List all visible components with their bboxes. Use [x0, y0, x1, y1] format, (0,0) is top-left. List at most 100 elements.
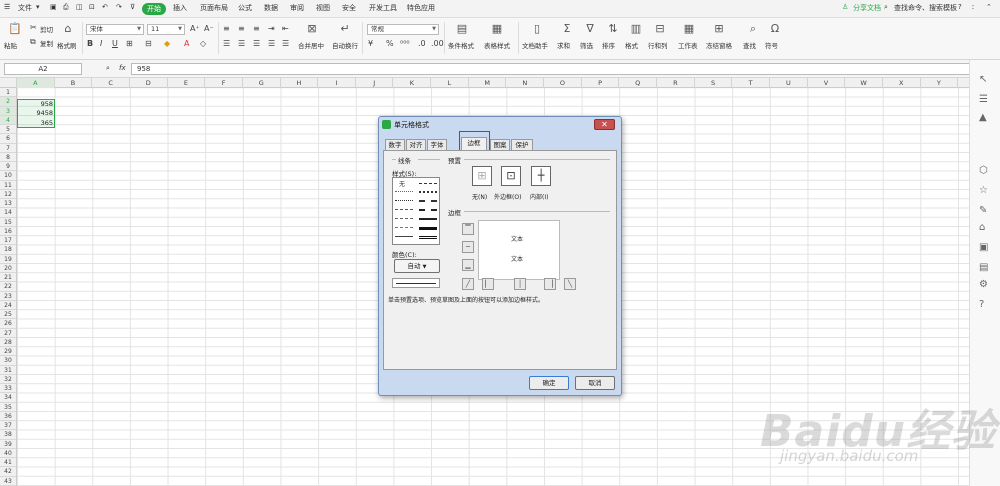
- style-dash-dot[interactable]: [395, 209, 413, 210]
- fx-icon[interactable]: fx: [119, 64, 126, 72]
- settings-icon[interactable]: ⚙: [979, 279, 988, 290]
- bold-icon[interactable]: B: [87, 39, 93, 48]
- conditional-format-icon[interactable]: ▤: [455, 22, 469, 36]
- help-circle-icon[interactable]: ?: [979, 299, 984, 310]
- cursor-icon[interactable]: ↖: [979, 74, 987, 85]
- number-format-select[interactable]: 常规 ▼: [367, 24, 439, 35]
- row-header[interactable]: 22: [0, 282, 16, 292]
- thousands-icon[interactable]: ⁰⁰⁰: [400, 39, 410, 48]
- percent-icon[interactable]: %: [386, 39, 394, 48]
- style-medium-dashed[interactable]: [419, 200, 437, 202]
- column-header[interactable]: Z: [958, 78, 969, 88]
- row-header[interactable]: 40: [0, 449, 16, 458]
- row-header[interactable]: 5: [0, 125, 16, 135]
- cancel-button[interactable]: 取消: [575, 376, 615, 390]
- shape-icon[interactable]: ⬡: [979, 165, 988, 176]
- tab-view[interactable]: 视图: [316, 3, 330, 13]
- cell-a2[interactable]: 958: [19, 100, 53, 109]
- increase-decimal-icon[interactable]: .0: [418, 39, 426, 48]
- tab-developer[interactable]: 开发工具: [369, 3, 397, 13]
- star-icon[interactable]: ☆: [979, 185, 988, 196]
- minimize-icon[interactable]: ː: [972, 3, 974, 11]
- paste-button[interactable]: 粘贴: [4, 40, 17, 50]
- find-icon[interactable]: ⌕: [746, 22, 760, 36]
- tab-insert[interactable]: 插入: [173, 3, 187, 13]
- zoom-icon[interactable]: ⌕: [106, 64, 110, 73]
- dropdown-icon[interactable]: ▾: [36, 3, 40, 11]
- symbol-icon[interactable]: Ω: [768, 22, 782, 36]
- rows-columns-icon[interactable]: ⊟: [653, 22, 667, 36]
- distributed-icon[interactable]: ☰: [282, 39, 289, 48]
- cut-icon[interactable]: ✂: [30, 23, 37, 32]
- format-painter-icon[interactable]: ⌂: [61, 22, 75, 36]
- column-header[interactable]: E: [168, 78, 206, 88]
- tab-special[interactable]: 特色应用: [407, 3, 435, 13]
- redo-icon[interactable]: ↷: [116, 3, 122, 11]
- row-header[interactable]: 43: [0, 477, 16, 486]
- cell-a4[interactable]: 365: [19, 119, 53, 128]
- undo-icon[interactable]: ↶: [102, 3, 108, 11]
- name-box[interactable]: A2: [4, 63, 82, 75]
- format-icon[interactable]: ▥: [629, 22, 643, 36]
- list-icon[interactable]: ☰: [979, 94, 988, 105]
- column-header[interactable]: U: [770, 78, 808, 88]
- collapse-icon[interactable]: ⌃: [986, 3, 992, 11]
- tab-formula[interactable]: 公式: [238, 3, 252, 13]
- find-button[interactable]: 查找: [743, 40, 756, 50]
- style-dash-dot-dot[interactable]: [395, 218, 413, 219]
- sort-button[interactable]: 排序: [602, 40, 615, 50]
- column-header[interactable]: J: [356, 78, 394, 88]
- column-header[interactable]: W: [845, 78, 883, 88]
- search-icon[interactable]: ⌕: [884, 3, 888, 12]
- row-header[interactable]: 15: [0, 218, 16, 227]
- tab-home[interactable]: 开始: [142, 3, 166, 15]
- style-dashed[interactable]: [395, 227, 413, 228]
- row-header[interactable]: 7: [0, 144, 16, 153]
- row-header[interactable]: 31: [0, 366, 16, 375]
- pen-icon[interactable]: ✎: [979, 205, 987, 216]
- wrap-text-icon[interactable]: ↵: [338, 22, 352, 36]
- style-slanted[interactable]: [419, 209, 437, 211]
- italic-icon[interactable]: I: [100, 39, 102, 48]
- filter-button[interactable]: 筛选: [580, 40, 593, 50]
- merge-center-button[interactable]: 合并居中: [298, 40, 324, 50]
- preset-inside-label[interactable]: 内部(I): [530, 192, 548, 201]
- column-header[interactable]: H: [281, 78, 319, 88]
- ok-button[interactable]: 确定: [529, 376, 569, 390]
- tab-number[interactable]: 数字: [385, 139, 405, 150]
- clear-icon[interactable]: ◇: [200, 39, 206, 48]
- row-header[interactable]: 23: [0, 292, 16, 301]
- filter-icon[interactable]: ∇: [583, 22, 597, 36]
- font-color-icon[interactable]: A: [184, 39, 189, 48]
- table-style-icon[interactable]: ▦: [490, 22, 504, 36]
- justify-icon[interactable]: ☰: [268, 39, 275, 48]
- tab-security[interactable]: 安全: [342, 3, 356, 13]
- row-header[interactable]: 28: [0, 338, 16, 347]
- column-header[interactable]: P: [582, 78, 620, 88]
- row-header[interactable]: 16: [0, 227, 16, 236]
- share-icon[interactable]: ♙: [842, 3, 848, 11]
- conditional-format-button[interactable]: 条件格式: [448, 40, 474, 50]
- row-header[interactable]: 30: [0, 356, 16, 366]
- copy-icon[interactable]: ⧉: [30, 37, 36, 47]
- row-header[interactable]: 36: [0, 412, 16, 421]
- column-header[interactable]: F: [205, 78, 243, 88]
- row-header[interactable]: 10: [0, 171, 16, 181]
- row-header[interactable]: 17: [0, 236, 16, 246]
- row-header[interactable]: 29: [0, 347, 16, 357]
- style-none[interactable]: 无: [399, 179, 405, 188]
- column-header[interactable]: R: [657, 78, 695, 88]
- table-style-button[interactable]: 表格样式: [484, 40, 510, 50]
- row-header[interactable]: 14: [0, 208, 16, 218]
- align-middle-icon[interactable]: ≡: [238, 24, 245, 33]
- align-top-icon[interactable]: ≡: [223, 24, 230, 33]
- column-header[interactable]: X: [883, 78, 921, 88]
- style-dotted[interactable]: [395, 191, 413, 192]
- style-medium-dash-dot[interactable]: [419, 183, 437, 184]
- currency-icon[interactable]: ¥: [368, 39, 373, 48]
- preset-none-label[interactable]: 无(N): [472, 192, 487, 201]
- column-header[interactable]: I: [318, 78, 356, 88]
- row-header[interactable]: 12: [0, 190, 16, 199]
- column-header[interactable]: C: [92, 78, 130, 88]
- share-button[interactable]: 分享文档: [853, 3, 881, 13]
